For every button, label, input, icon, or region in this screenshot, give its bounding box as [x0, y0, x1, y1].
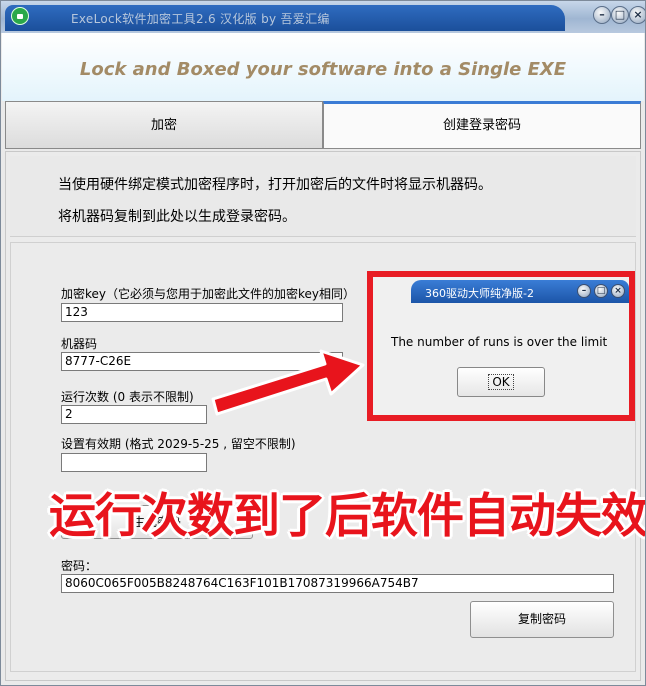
dialog-title-bar: 360驱动大师纯净版-2 – □ × [373, 277, 629, 303]
dialog-close-button[interactable]: × [611, 284, 625, 298]
dialog-ok-button[interactable]: OK [457, 367, 545, 397]
error-dialog: 360驱动大师纯净版-2 – □ × The number of runs is… [367, 271, 635, 421]
dialog-title: 360驱动大师纯净版-2 [425, 287, 534, 300]
dialog-maximize-button[interactable]: □ [594, 284, 608, 298]
dialog-message: The number of runs is over the limit [391, 335, 608, 349]
dialog-minimize-button[interactable]: – [577, 284, 591, 298]
annotation-caption: 运行次数到了后软件自动失效 [49, 489, 646, 544]
ok-label: OK [488, 374, 514, 390]
main-window: ExeLock软件加密工具2.6 汉化版 by 吾爱汇编 – □ × Lock … [0, 0, 646, 686]
